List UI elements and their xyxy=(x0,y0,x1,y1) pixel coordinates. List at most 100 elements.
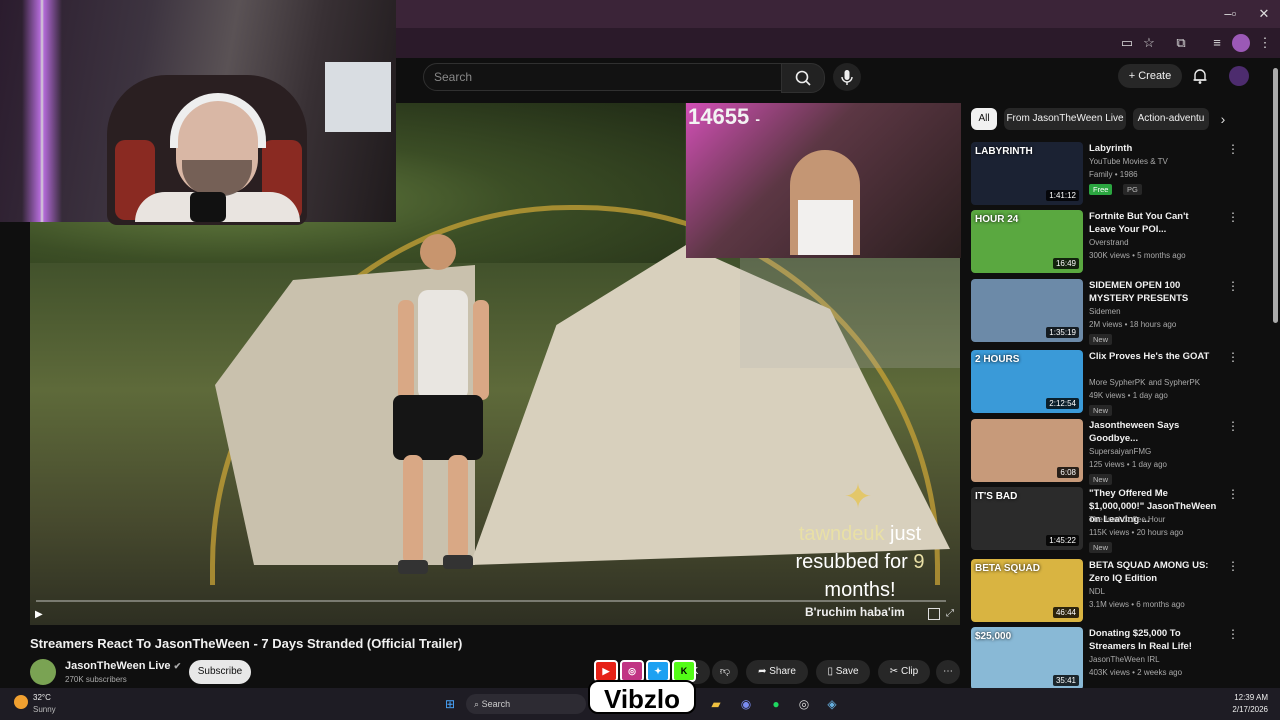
discord-icon[interactable]: ◉ xyxy=(736,694,756,714)
recommendation-title[interactable]: Fortnite But You Can't Leave Your POI... xyxy=(1089,210,1217,236)
recommendation-channel[interactable]: YouTube Movies & TV xyxy=(1089,157,1168,166)
more-options-icon[interactable]: ⋮ xyxy=(1227,559,1239,573)
recommendation-title[interactable]: SIDEMEN OPEN 100 MYSTERY PRESENTS xyxy=(1089,279,1217,305)
weather-sun-icon[interactable] xyxy=(14,695,28,709)
search-input[interactable]: Search xyxy=(423,63,783,91)
clip-label: Clip xyxy=(900,666,919,677)
extensions-icon[interactable]: ⧉ xyxy=(1172,34,1190,52)
thumbnail-text: HOUR 24 xyxy=(975,214,1019,225)
recommendation-title[interactable]: BETA SQUAD AMONG US: Zero IQ Edition xyxy=(1089,559,1217,585)
more-options-icon[interactable]: ⋮ xyxy=(1227,279,1239,293)
recommendation-title[interactable]: Labyrinth xyxy=(1089,142,1217,155)
chip-from-channel[interactable]: From JasonTheWeen Live xyxy=(1004,108,1126,130)
spotify-icon[interactable]: ● xyxy=(766,694,786,714)
windows-start-icon[interactable]: ⊞ xyxy=(440,694,460,714)
recommendation-channel[interactable]: JasonTheWeen IRL xyxy=(1089,655,1160,664)
restore-icon[interactable]: ▫ xyxy=(1224,6,1244,22)
plus-icon: + xyxy=(1128,70,1139,82)
recommendation-item[interactable]: 2 HOURS 2:12:54 Clix Proves He's the GOAT M… xyxy=(971,350,1243,416)
video-thumbnail[interactable]: 1:35:19 xyxy=(971,279,1083,342)
create-button[interactable]: + Create xyxy=(1118,64,1182,88)
more-options-icon[interactable]: ⋮ xyxy=(1227,627,1239,641)
recommendation-item[interactable]: HOUR 24 16:49 Fortnite But You Can't Leave… xyxy=(971,210,1243,274)
browser-menu-icon[interactable]: ⋮ xyxy=(1256,34,1274,52)
fullscreen-icon[interactable]: ⤢ xyxy=(946,608,954,619)
video-duration: 46:44 xyxy=(1052,607,1079,618)
more-options-icon[interactable]: ⋮ xyxy=(1227,142,1239,156)
cast-icon[interactable]: ▭ xyxy=(1118,34,1136,52)
recommendation-channel[interactable]: The Iced Coffee Hour xyxy=(1089,515,1165,524)
play-icon[interactable]: ▶ xyxy=(35,609,47,621)
recommendation-item[interactable]: $25,000 35:41 Donating $25,000 To Streamer… xyxy=(971,627,1243,691)
chip-action-adventure[interactable]: Action-adventu xyxy=(1133,108,1209,130)
video-duration: 16:49 xyxy=(1052,258,1079,269)
channel-name[interactable]: JasonTheWeen Live ✔ xyxy=(65,660,181,672)
taskbar-search[interactable]: ⌕ Search xyxy=(466,694,586,714)
recommendation-badge: New xyxy=(1089,334,1113,345)
recommendation-title[interactable]: Jasontheween Says Goodbye... xyxy=(1089,419,1217,445)
viewer-count-value: 14655 xyxy=(688,104,750,129)
video-duration: 2:12:54 xyxy=(1046,398,1079,409)
recommendation-channel[interactable]: More SypherPK and SypherPK xyxy=(1089,378,1200,387)
account-avatar[interactable] xyxy=(1229,66,1249,86)
profile-icon[interactable] xyxy=(1232,34,1250,52)
vibzlo-wordmark: Vibzlo xyxy=(588,680,696,714)
save-button[interactable]: ▯ Save xyxy=(816,660,870,684)
recommendation-item[interactable]: 6:08 Jasontheween Says Goodbye... Supersai… xyxy=(971,419,1243,485)
bell-icon xyxy=(1193,69,1207,84)
chrome-icon[interactable]: ◎ xyxy=(794,694,814,714)
close-icon[interactable]: ✕ xyxy=(1254,6,1274,22)
video-duration: 35:41 xyxy=(1052,675,1079,686)
more-options-icon[interactable]: ⋮ xyxy=(1227,350,1239,364)
voice-search-button[interactable] xyxy=(833,63,861,91)
recommendation-channel[interactable]: NDL xyxy=(1089,587,1105,596)
scrollbar[interactable] xyxy=(1273,68,1278,323)
taskbar-date: 2/17/2026 xyxy=(1232,705,1268,714)
stream-watermark: B'ruchim haba'im xyxy=(805,605,905,619)
recommendation-channel[interactable]: Sidemen xyxy=(1089,307,1121,316)
kick-logo-icon: K xyxy=(672,660,696,682)
sub-alert-text: tawndeuk just resubbed for 9 months! xyxy=(780,520,940,604)
steam-icon[interactable]: ◈ xyxy=(822,694,842,714)
search-button[interactable] xyxy=(781,63,825,93)
file-explorer-icon[interactable]: ▰ xyxy=(706,694,726,714)
video-thumbnail[interactable]: LABYRINTH 1:41:12 xyxy=(971,142,1083,205)
recommendation-channel[interactable]: Overstrand xyxy=(1089,238,1129,247)
chevron-right-icon[interactable]: › xyxy=(1214,110,1232,128)
more-options-icon[interactable]: ⋮ xyxy=(1227,419,1239,433)
recommendation-title[interactable]: Donating $25,000 To Streamers In Real Li… xyxy=(1089,627,1217,653)
recommendation-item[interactable]: LABYRINTH 1:41:12 Labyrinth YouTube Movies … xyxy=(971,142,1243,206)
miniplayer-icon[interactable] xyxy=(928,608,940,620)
more-options-icon[interactable]: ⋮ xyxy=(1227,210,1239,224)
more-actions-button[interactable]: ⋯ xyxy=(936,660,960,684)
bookmark-star-icon[interactable]: ☆ xyxy=(1140,34,1158,52)
channel-avatar[interactable] xyxy=(30,659,56,685)
video-progress-bar[interactable] xyxy=(36,600,946,602)
channel-label: More SypherPK xyxy=(1089,378,1146,387)
sub-alert-months: 9 xyxy=(913,551,925,573)
dislike-button[interactable]: 👎︎ xyxy=(712,660,738,684)
recommendation-item[interactable]: BETA SQUAD 46:44 BETA SQUAD AMONG US: Zero… xyxy=(971,559,1243,623)
thumbnail-text: LABYRINTH xyxy=(975,146,1033,157)
subscribe-button[interactable]: Subscribe xyxy=(189,660,251,684)
taskbar-time: 12:39 AM xyxy=(1234,693,1268,702)
video-thumbnail[interactable]: 6:08 xyxy=(971,419,1083,482)
video-thumbnail[interactable]: IT'S BAD 1:45:22 xyxy=(971,487,1083,550)
share-button[interactable]: ➦ Share xyxy=(746,660,808,684)
notifications-button[interactable] xyxy=(1190,66,1210,86)
thumbnail-text: IT'S BAD xyxy=(975,491,1018,502)
reading-list-icon[interactable]: ≡ xyxy=(1208,34,1226,52)
channel-label: Overstrand xyxy=(1089,238,1129,247)
save-label: Save xyxy=(835,666,859,677)
chip-all[interactable]: All xyxy=(971,108,997,130)
more-options-icon[interactable]: ⋮ xyxy=(1227,487,1239,501)
video-thumbnail[interactable]: HOUR 24 16:49 xyxy=(971,210,1083,273)
video-thumbnail[interactable]: $25,000 35:41 xyxy=(971,627,1083,690)
recommendation-channel[interactable]: SupersaiyanFMG xyxy=(1089,447,1151,456)
recommendation-item[interactable]: IT'S BAD 1:45:22 "They Offered Me $1,000,0… xyxy=(971,487,1243,553)
recommendation-item[interactable]: 1:35:19 SIDEMEN OPEN 100 MYSTERY PRESENTS… xyxy=(971,279,1243,345)
clip-button[interactable]: ✂ Clip xyxy=(878,660,930,684)
video-thumbnail[interactable]: BETA SQUAD 46:44 xyxy=(971,559,1083,622)
video-thumbnail[interactable]: 2 HOURS 2:12:54 xyxy=(971,350,1083,413)
recommendation-title[interactable]: Clix Proves He's the GOAT xyxy=(1089,350,1217,363)
